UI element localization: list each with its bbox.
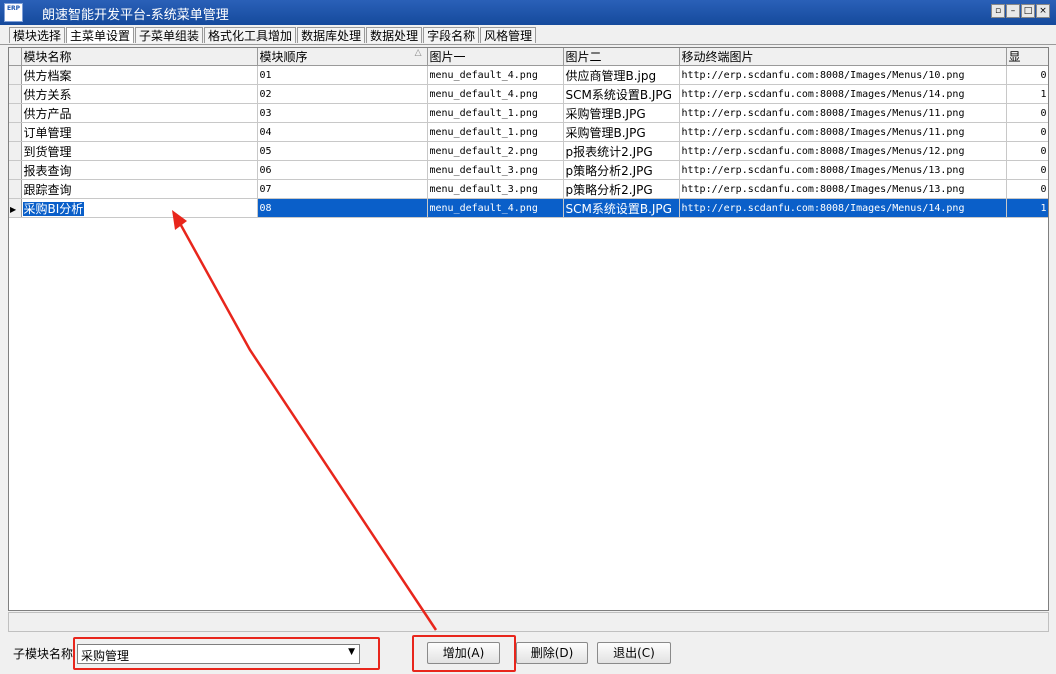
- annotation-arrow: [172, 210, 438, 631]
